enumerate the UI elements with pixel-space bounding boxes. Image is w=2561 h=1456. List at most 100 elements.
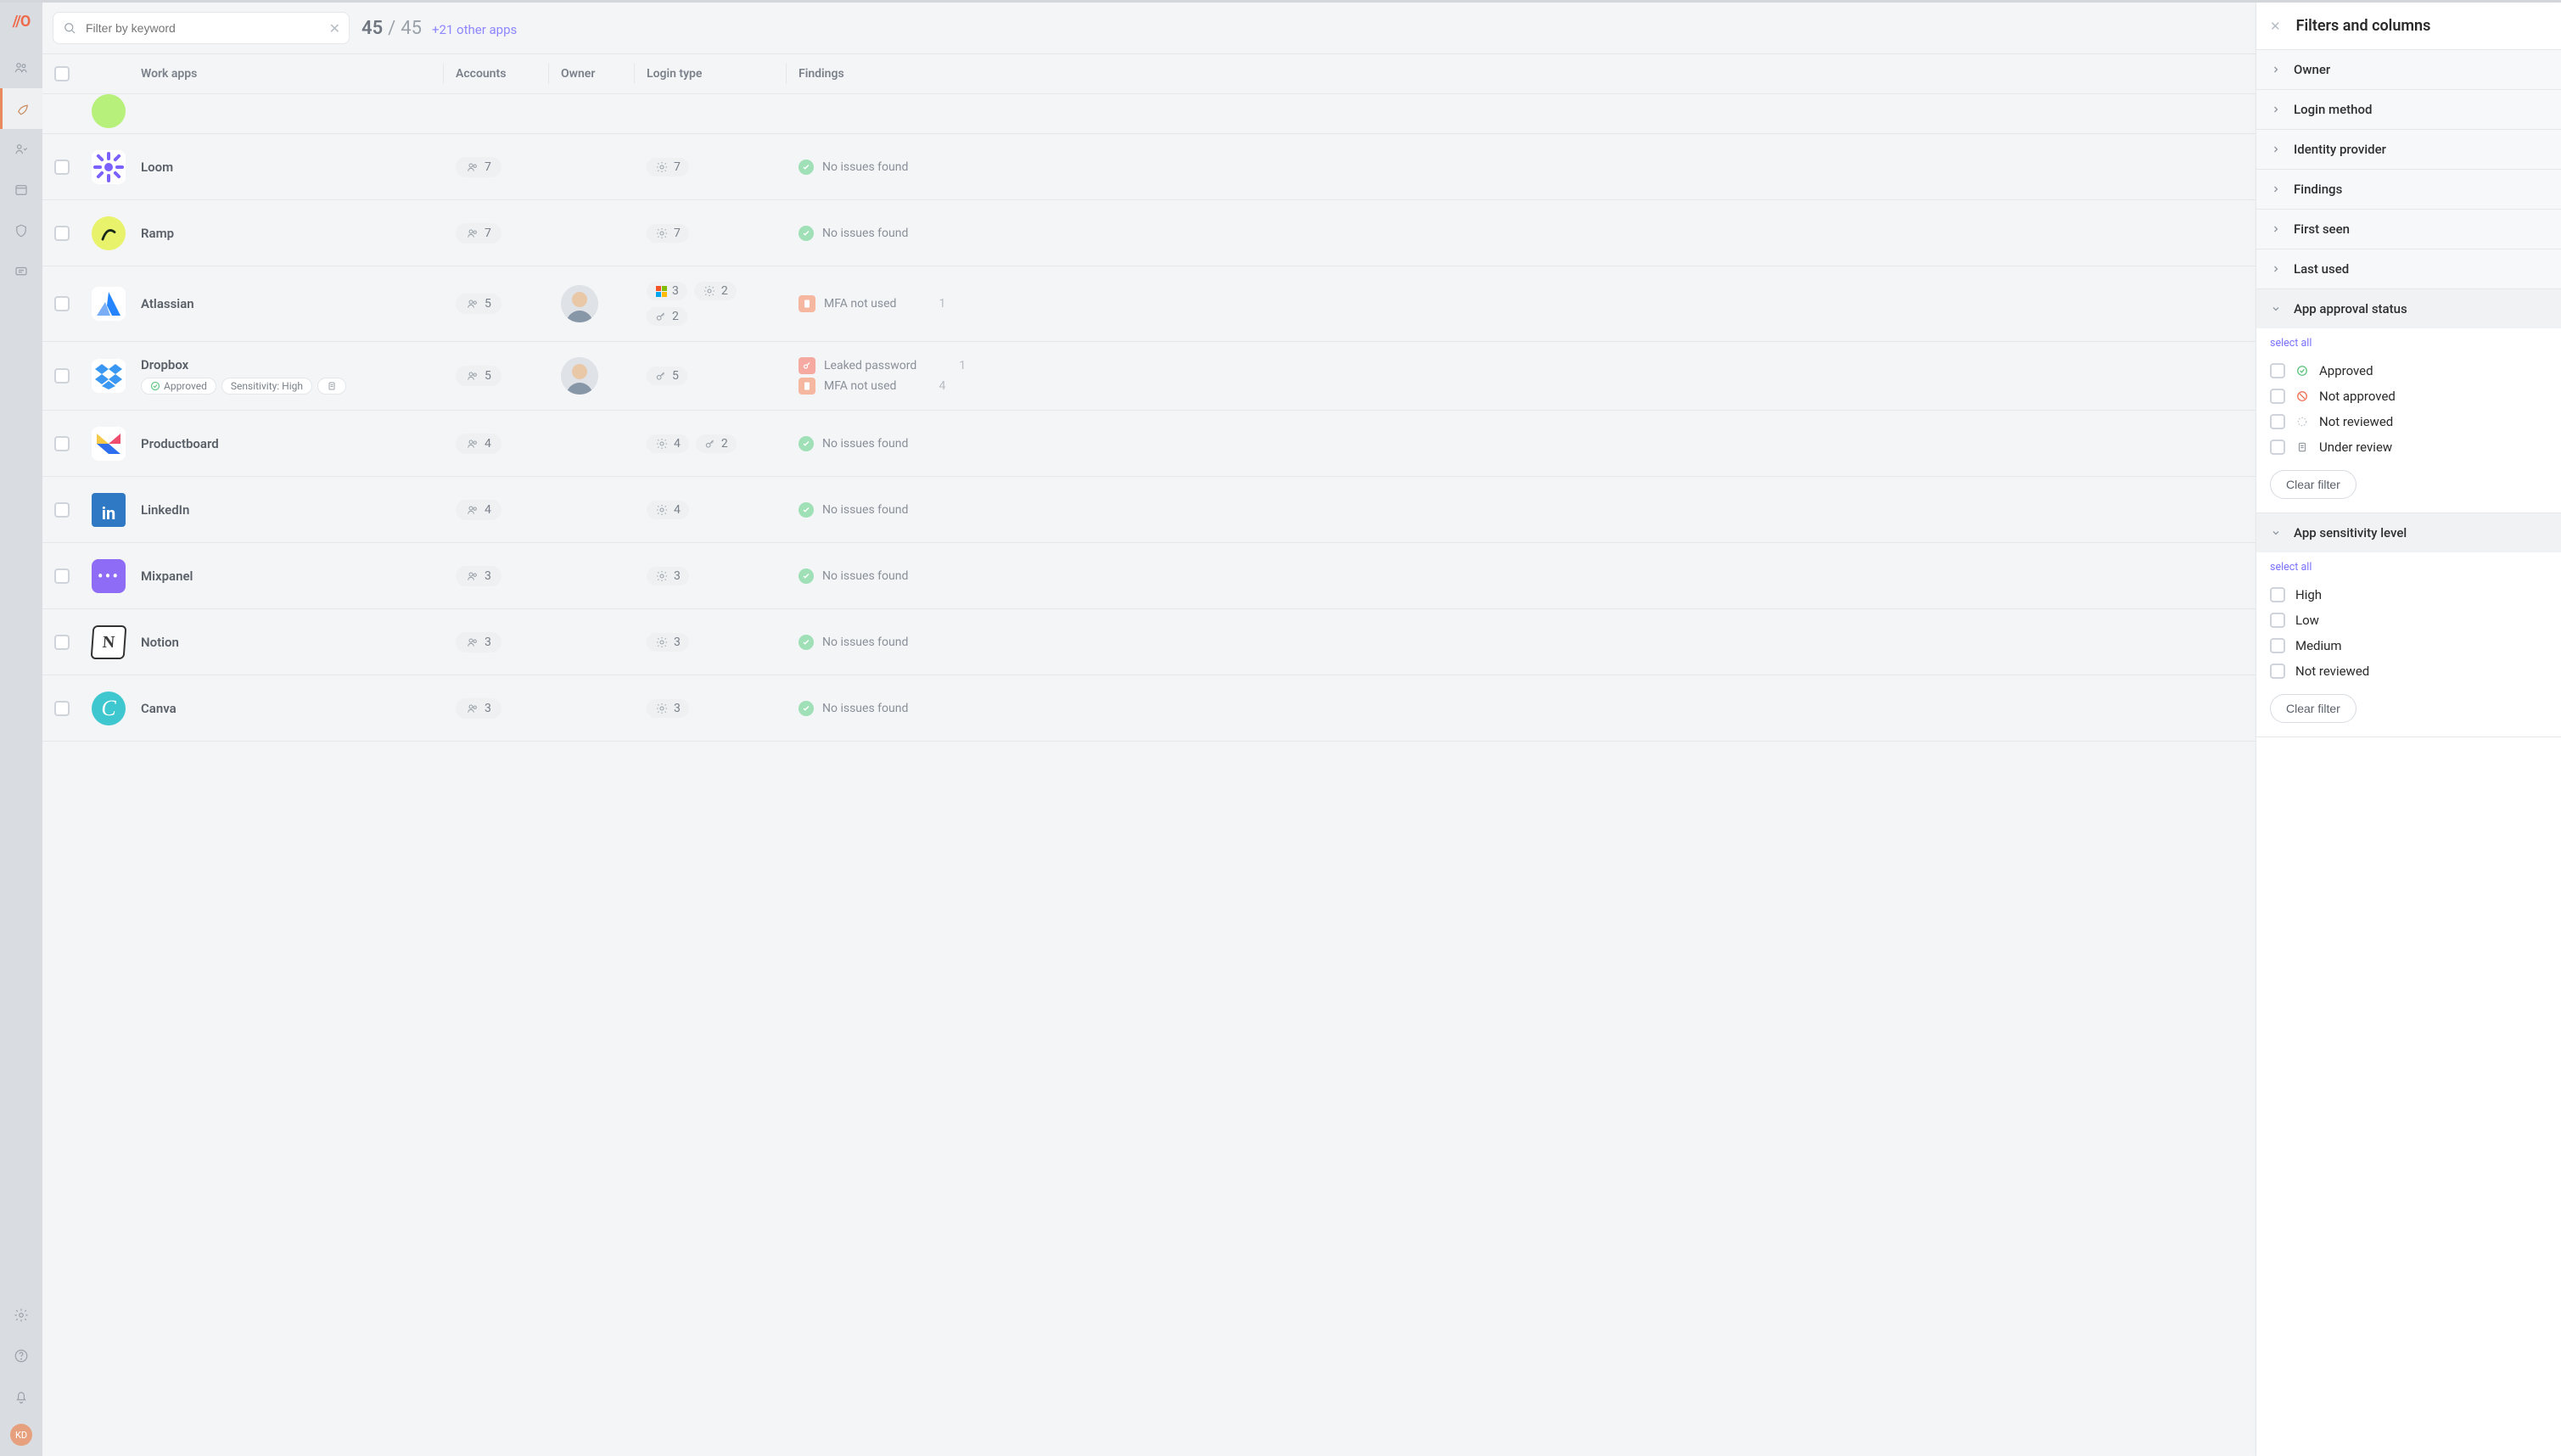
filter-option[interactable]: High: [2270, 582, 2547, 608]
section-toggle[interactable]: Login method: [2256, 90, 2561, 129]
topbar: ✕ 45 / 45 +21 other apps: [42, 3, 2256, 53]
findings-cell: Leaked password1MFA not used4: [799, 357, 2244, 395]
clear-filter-button[interactable]: Clear filter: [2270, 694, 2356, 723]
row-checkbox[interactable]: [54, 635, 70, 650]
select-all-link[interactable]: select all: [2270, 561, 2547, 574]
login-chip-key[interactable]: 5: [647, 367, 687, 385]
owner-avatar[interactable]: [561, 285, 598, 322]
filter-option[interactable]: Not reviewed: [2270, 658, 2547, 684]
option-checkbox[interactable]: [2270, 638, 2285, 653]
accounts-chip[interactable]: 4: [456, 500, 502, 520]
accounts-chip[interactable]: 3: [456, 632, 502, 652]
login-chip-gear[interactable]: 4: [647, 434, 689, 453]
accounts-chip[interactable]: 5: [456, 294, 502, 314]
app-icon: [92, 150, 126, 184]
sidebar-item-messages[interactable]: [0, 251, 42, 292]
table-row[interactable]: Productboard 4 42 No issues found: [42, 411, 2256, 477]
accounts-chip[interactable]: 7: [456, 157, 502, 177]
row-checkbox[interactable]: [54, 160, 70, 175]
row-checkbox[interactable]: [54, 436, 70, 451]
table-row[interactable]: C Canva 3 3 No issues found: [42, 675, 2256, 742]
row-checkbox[interactable]: [54, 226, 70, 241]
row-checkbox[interactable]: [54, 701, 70, 716]
filter-option[interactable]: Medium: [2270, 633, 2547, 658]
row-checkbox[interactable]: [54, 296, 70, 311]
option-checkbox[interactable]: [2270, 389, 2285, 404]
sidebar-item-notifications[interactable]: [0, 1376, 42, 1417]
clear-filter-button[interactable]: Clear filter: [2270, 470, 2356, 499]
tag-approved[interactable]: Approved: [141, 378, 216, 395]
option-checkbox[interactable]: [2270, 613, 2285, 628]
login-chip-gear[interactable]: 4: [647, 501, 689, 519]
sidebar-item-window[interactable]: [0, 170, 42, 210]
table-row[interactable]: Ramp 7 7 No issues found: [42, 200, 2256, 266]
tag-note[interactable]: [317, 378, 346, 395]
accounts-chip[interactable]: 3: [456, 698, 502, 719]
login-chip-gear[interactable]: 7: [647, 158, 689, 176]
clear-search-icon[interactable]: ✕: [329, 20, 340, 36]
sidebar-item-users[interactable]: [0, 129, 42, 170]
section-toggle[interactable]: App sensitivity level: [2256, 513, 2561, 552]
row-checkbox[interactable]: [54, 368, 70, 384]
section-toggle[interactable]: Owner: [2256, 50, 2561, 89]
filter-option[interactable]: Low: [2270, 608, 2547, 633]
tag-sensitivity-high[interactable]: Sensitivity: High: [221, 378, 312, 395]
login-chip-gear[interactable]: 3: [647, 699, 689, 718]
status-icon: [2295, 365, 2309, 377]
check-icon: [799, 568, 814, 584]
table-row[interactable]: N Notion 3 3 No issues found: [42, 609, 2256, 675]
option-checkbox[interactable]: [2270, 414, 2285, 429]
app-icon: •••: [92, 559, 126, 593]
login-chip-gear[interactable]: 3: [647, 633, 689, 652]
sidebar-item-help[interactable]: [0, 1336, 42, 1376]
row-checkbox[interactable]: [54, 568, 70, 584]
chevron-down-icon: [2270, 304, 2282, 314]
table-row[interactable]: Atlassian 5 322 MFA not used1: [42, 266, 2256, 342]
filter-option[interactable]: Not reviewed: [2270, 409, 2547, 434]
filter-option[interactable]: Approved: [2270, 358, 2547, 384]
filter-option[interactable]: Under review: [2270, 434, 2547, 460]
table-row[interactable]: Dropbox ApprovedSensitivity: High 5 5 Le…: [42, 342, 2256, 411]
table-row[interactable]: ••• Mixpanel 3 3 No issues found: [42, 543, 2256, 609]
table-row[interactable]: [42, 94, 2256, 134]
select-all-link[interactable]: select all: [2270, 337, 2547, 350]
option-checkbox[interactable]: [2270, 440, 2285, 455]
login-chip-gear[interactable]: 3: [647, 567, 689, 585]
section-toggle[interactable]: Identity provider: [2256, 130, 2561, 169]
accounts-chip[interactable]: 7: [456, 223, 502, 244]
login-chip-ms[interactable]: 3: [647, 282, 687, 300]
finding-ok: No issues found: [799, 701, 2244, 716]
chevron-right-icon: [2270, 264, 2282, 274]
section-toggle[interactable]: First seen: [2256, 210, 2561, 249]
accounts-chip[interactable]: 4: [456, 434, 502, 454]
sidebar-item-settings[interactable]: [0, 1295, 42, 1336]
login-chip-gear[interactable]: 2: [694, 282, 737, 300]
user-avatar-badge[interactable]: KD: [10, 1424, 32, 1446]
option-checkbox[interactable]: [2270, 587, 2285, 602]
filter-option[interactable]: Not approved: [2270, 384, 2547, 409]
section-toggle[interactable]: App approval status: [2256, 289, 2561, 328]
option-checkbox[interactable]: [2270, 363, 2285, 378]
filter-search[interactable]: ✕: [53, 12, 350, 44]
sidebar-item-people[interactable]: [0, 48, 42, 88]
option-checkbox[interactable]: [2270, 664, 2285, 679]
filter-input[interactable]: [84, 20, 322, 36]
owner-avatar[interactable]: [561, 357, 598, 395]
finding-leaked: Leaked password1: [799, 357, 2244, 374]
table-row[interactable]: in LinkedIn 4 4 No issues found: [42, 477, 2256, 543]
close-panel-icon[interactable]: ✕: [2270, 19, 2281, 34]
select-all-checkbox[interactable]: [54, 66, 70, 81]
sidebar-item-security[interactable]: [0, 210, 42, 251]
section-toggle[interactable]: Last used: [2256, 249, 2561, 288]
accounts-chip[interactable]: 3: [456, 566, 502, 586]
login-chip-key[interactable]: 2: [696, 434, 737, 453]
login-types: 322: [647, 282, 774, 326]
login-chip-key[interactable]: 2: [647, 307, 687, 326]
row-checkbox[interactable]: [54, 502, 70, 518]
other-apps-link[interactable]: +21 other apps: [432, 22, 517, 37]
sidebar-item-apps[interactable]: [0, 88, 42, 129]
table-row[interactable]: Loom 7 7 No issues found: [42, 134, 2256, 200]
accounts-chip[interactable]: 5: [456, 366, 502, 386]
section-toggle[interactable]: Findings: [2256, 170, 2561, 209]
login-chip-gear[interactable]: 7: [647, 224, 689, 243]
